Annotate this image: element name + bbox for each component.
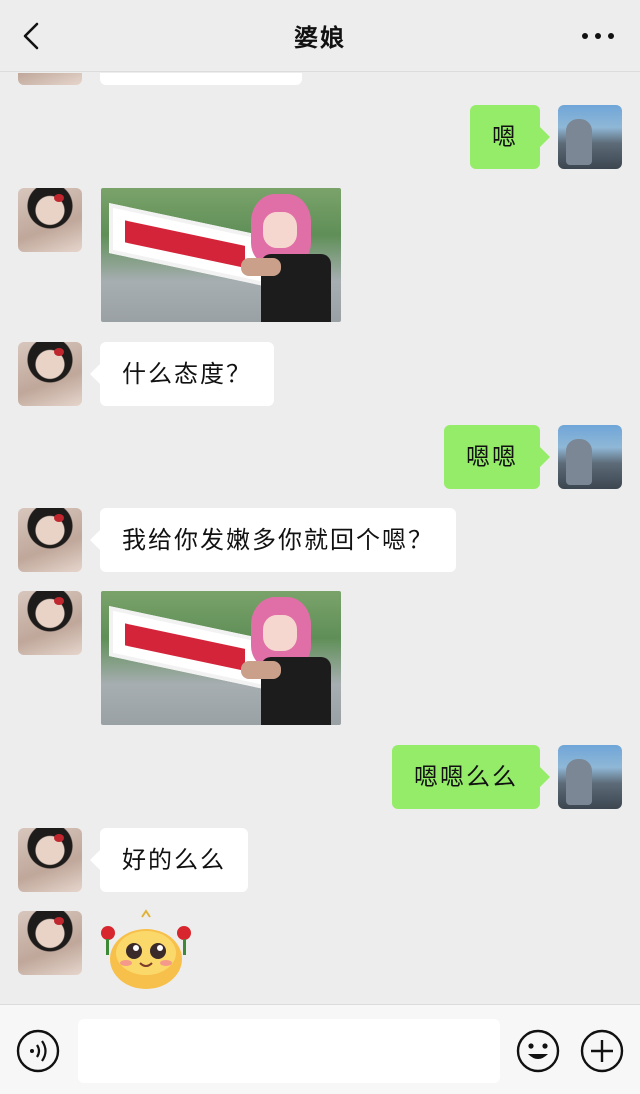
message-bubble-partial (100, 73, 302, 85)
contact-avatar[interactable] (18, 508, 82, 572)
more-dots-icon[interactable] (580, 26, 616, 46)
sticker-face-shape (263, 615, 297, 651)
my-avatar[interactable] (558, 105, 622, 169)
sticker-face-shape (263, 212, 297, 248)
smiling-face-roses-sticker[interactable] (98, 909, 194, 993)
voice-icon[interactable] (16, 1029, 60, 1073)
message-bubble-self[interactable]: 嗯 (470, 105, 550, 169)
chat-header: 婆娘 (0, 0, 640, 72)
sticker-arm-shape (241, 661, 281, 679)
chat-title: 婆娘 (294, 24, 346, 52)
message-input[interactable] (78, 1019, 500, 1083)
my-avatar[interactable] (558, 745, 622, 809)
message-bubble-other[interactable]: 什么态度？ (90, 342, 274, 406)
sticker-arm-shape (241, 258, 281, 276)
my-avatar[interactable] (558, 425, 622, 489)
anime-girl-sword-sticker[interactable] (101, 188, 341, 322)
contact-avatar[interactable] (18, 591, 82, 655)
input-toolbar (0, 1004, 640, 1094)
emoji-icon[interactable] (516, 1029, 560, 1073)
anime-girl-sword-sticker[interactable] (101, 591, 341, 725)
message-bubble-other[interactable]: 我给你发嫩多你就回个嗯？ (90, 508, 456, 572)
contact-avatar[interactable] (18, 828, 82, 892)
contact-avatar[interactable] (18, 73, 82, 85)
message-bubble-other[interactable]: 好的么么 (90, 828, 248, 892)
message-list[interactable]: 嗯 什么态度？ 嗯嗯 我给你发嫩多你就回个嗯？ 嗯嗯么么 好的么么 (0, 73, 640, 1003)
contact-avatar[interactable] (18, 188, 82, 252)
message-bubble-self[interactable]: 嗯嗯 (444, 425, 550, 489)
message-bubble-self[interactable]: 嗯嗯么么 (392, 745, 550, 809)
contact-avatar[interactable] (18, 911, 82, 975)
plus-icon[interactable] (580, 1029, 624, 1073)
contact-avatar[interactable] (18, 342, 82, 406)
